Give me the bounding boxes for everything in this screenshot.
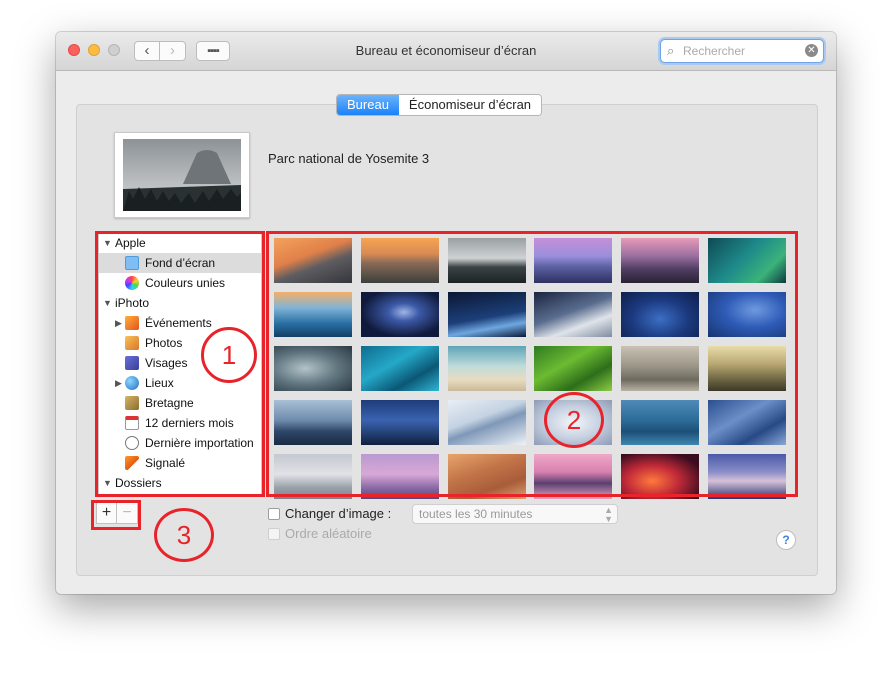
preview-image [123,139,241,211]
annotation-circle-3: 3 [154,508,214,562]
current-picture-preview [114,132,250,218]
annotation-circle-2: 2 [544,392,604,448]
search-input[interactable] [683,42,801,59]
annotation-circle-1: 1 [201,327,257,383]
title-bar: ‹ › ▪▪▪▪ Bureau et économiseur d’écran ⌕… [56,32,836,71]
change-picture-checkbox[interactable] [268,508,280,520]
tab-desktop[interactable]: Bureau [337,95,399,115]
random-order-checkbox[interactable] [268,528,280,540]
annotation-box-grid [266,231,798,497]
random-order-label: Ordre aléatoire [285,526,372,541]
help-button[interactable]: ? [776,530,796,550]
tab-bar: Bureau Économiseur d’écran [336,94,543,116]
select-arrows-icon: ▲ ▼ [604,505,613,524]
interval-select[interactable]: toutes les 30 minutes ▲ ▼ [412,504,618,524]
change-picture-label: Changer d’image : [285,506,392,521]
current-picture-name: Parc national de Yosemite 3 [268,151,430,166]
search-field[interactable]: ⌕ ✕ [660,39,824,63]
tab-screensaver[interactable]: Économiseur d’écran [398,95,542,115]
annotation-box-add-remove [91,500,141,530]
clear-search-icon[interactable]: ✕ [805,44,818,57]
search-icon: ⌕ [667,43,675,58]
interval-value: toutes les 30 minutes [419,507,533,521]
